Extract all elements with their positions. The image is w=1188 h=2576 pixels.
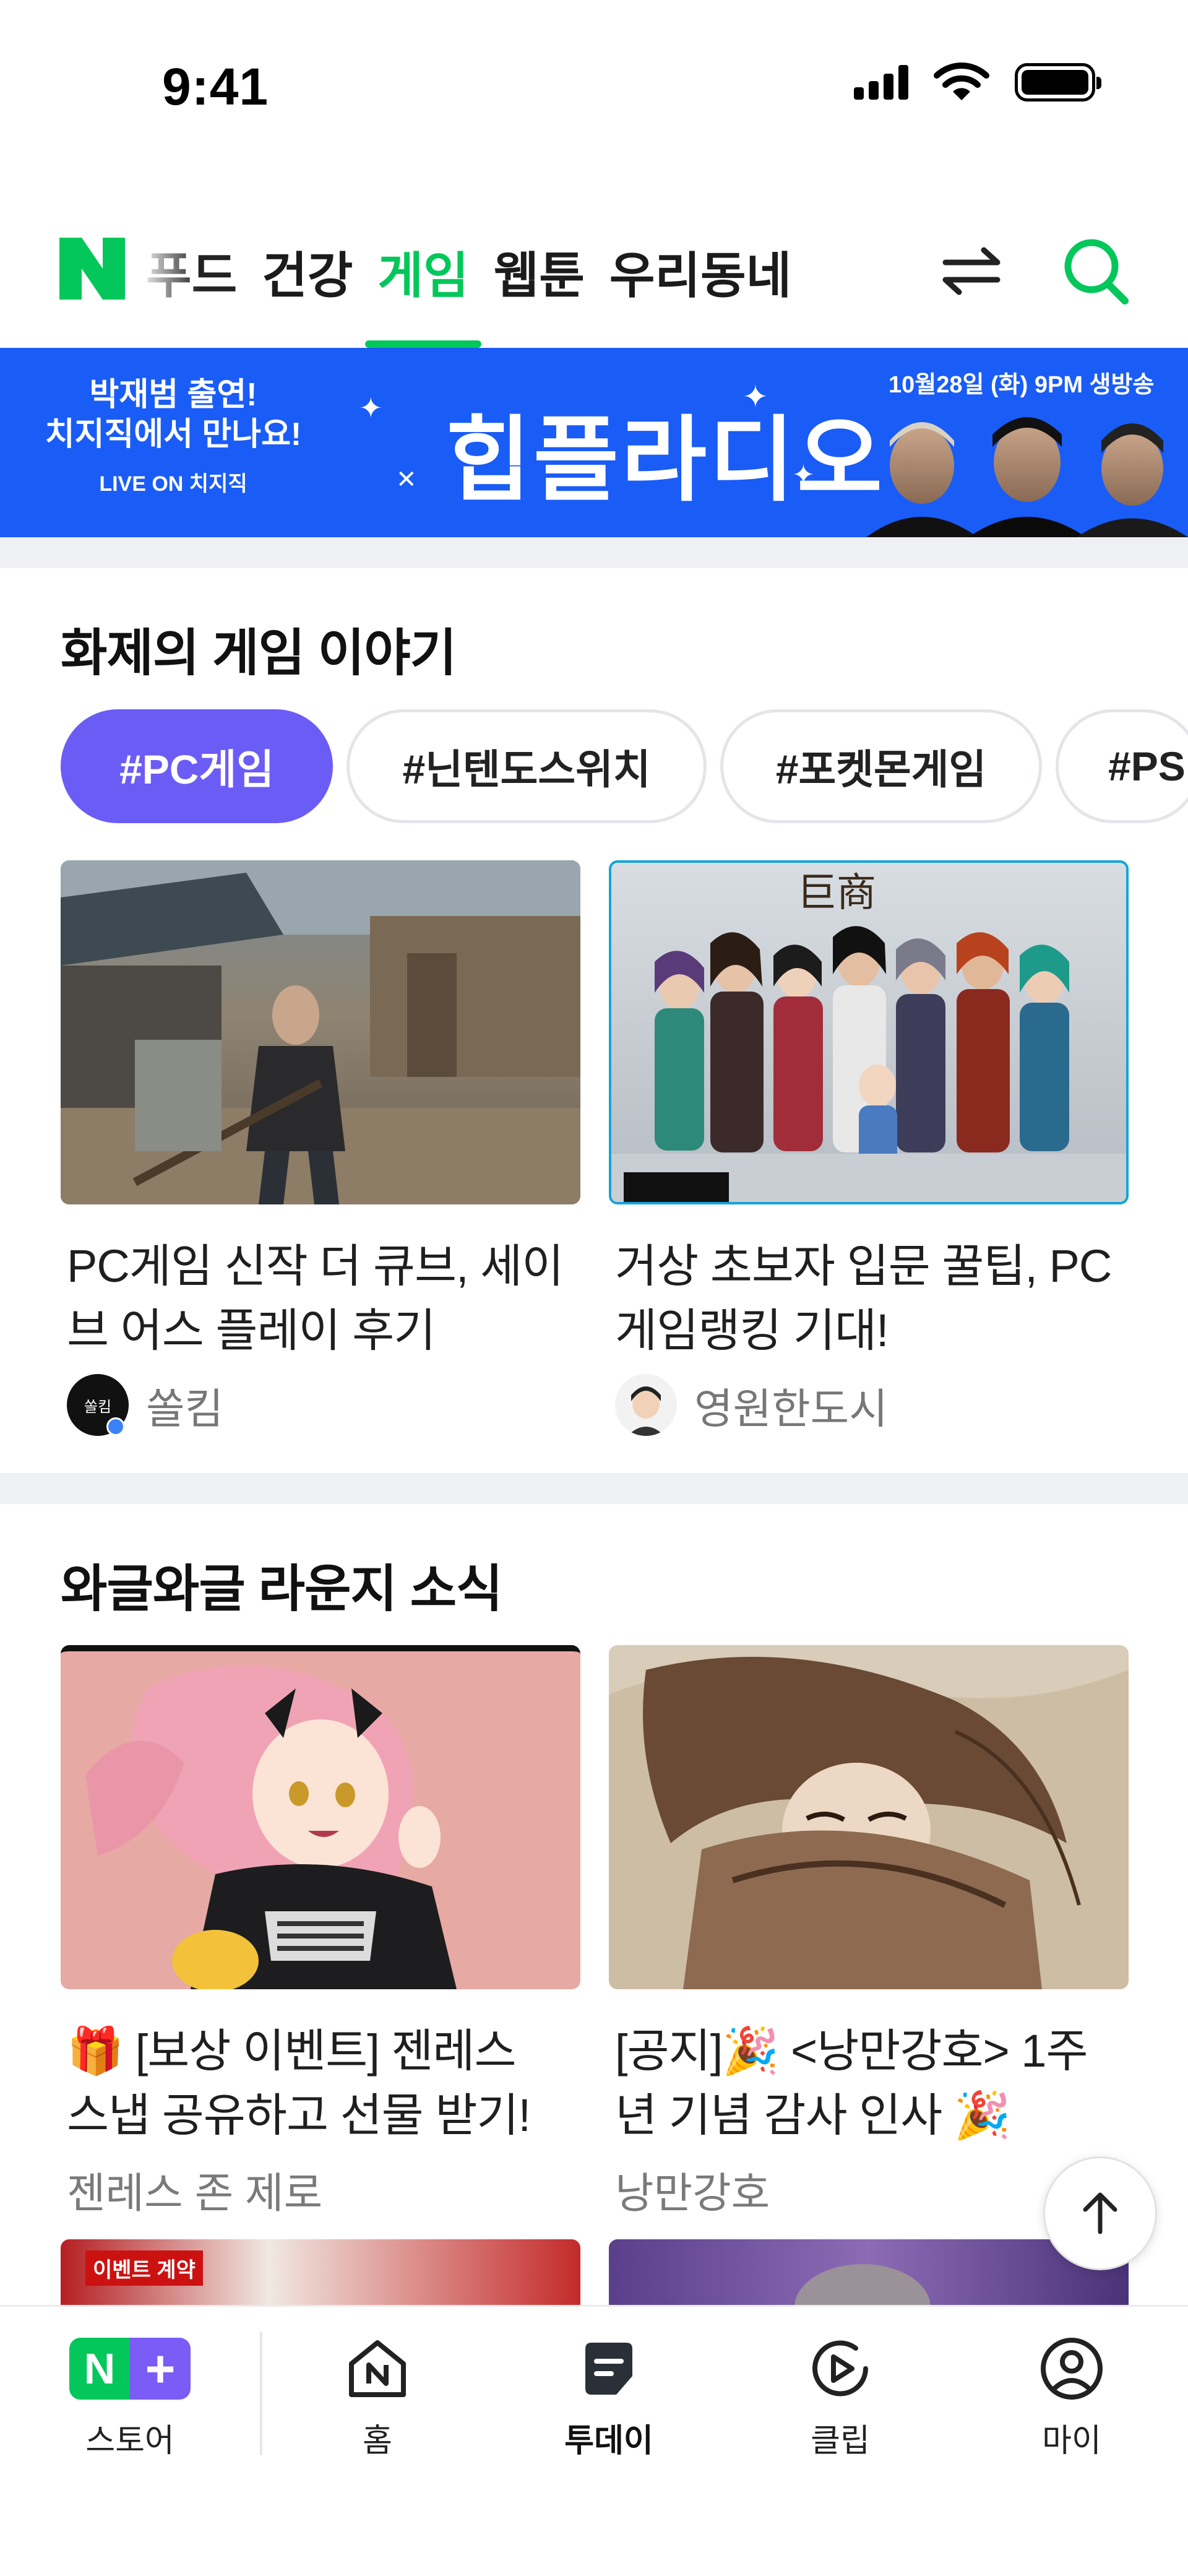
nav-label: 마이 [1042, 2423, 1101, 2459]
lounge-card-title: [공지]🎉 <낭만강호> 1주 년 기념 감사 인사 🎉 [609, 2019, 1129, 2148]
tab-game[interactable]: 게임 [365, 204, 481, 348]
section-divider [0, 1473, 1188, 1504]
nav-item-store[interactable]: N + 스토어 [50, 2332, 210, 2461]
lounge-card-thumbnail[interactable]: 이벤트 계약 [61, 2239, 580, 2307]
tab-neighborhood[interactable]: 우리동네 [597, 204, 804, 348]
game-card[interactable]: PC게임 신작 더 큐브, 세이 브 어스 플레이 후기 쏠킴 쏠킴 [61, 860, 580, 1436]
banner-hosts-photo [866, 417, 1188, 537]
nav-label: 홈 [363, 2423, 392, 2459]
nav-separator [260, 2332, 262, 2455]
lounge-card[interactable]: [공지]🎉 <낭만강호> 1주 년 기념 감사 인사 🎉 낭만강호 [609, 1645, 1129, 2220]
title-line: 거상 초보자 입문 꿀팁, PC [615, 1240, 1112, 1292]
status-bar: 9:41 [0, 0, 1188, 161]
profile-icon [1041, 2338, 1103, 2400]
wifi-icon [934, 63, 989, 100]
ink-painting-character-image [609, 1656, 1129, 1989]
lounge-source[interactable]: 젠레스 존 제로 [61, 2159, 580, 2220]
store-badge-n: N [69, 2338, 130, 2400]
lounge-card-thumbnail [609, 1645, 1129, 1989]
title-line: 브 어스 플레이 후기 [67, 1305, 436, 1356]
title-line: 🎁 [보상 이벤트] 젠레스 [67, 2025, 517, 2077]
search-icon[interactable] [1059, 234, 1134, 308]
sparkle-icon: ✕ [396, 466, 417, 493]
game-card-thumbnail: 巨商 [609, 860, 1129, 1204]
chip-pc-game[interactable]: #PC게임 [61, 709, 333, 823]
verified-badge-icon [106, 1417, 125, 1436]
battery-icon [1015, 63, 1101, 102]
status-time: 9:41 [162, 58, 269, 116]
bottom-nav: N + 스토어 홈 투데이 클립 마이 [0, 2305, 1188, 2576]
nav-label: 클립 [811, 2423, 870, 2459]
game-card-title: 거상 초보자 입문 꿀팁, PC 게임랭킹 기대! [609, 1234, 1129, 1363]
section-title-lounge: 와글와글 라운지 소식 [61, 1561, 503, 1617]
author-name[interactable]: 쏠킴 [146, 1375, 223, 1436]
chip-nintendo-switch[interactable]: #닌텐도스위치 [346, 709, 707, 823]
category-nav: 푸드 건강 게임 웹툰 우리동네 [0, 204, 1188, 348]
avatar-text: 쏠킴 [84, 1398, 112, 1416]
lounge-card[interactable]: 🎁 [보상 이벤트] 젠레스 스냅 공유하고 선물 받기! 젠레스 존 제로 [61, 1645, 580, 2220]
banner-line2: 치지직에서 만나요! [45, 417, 302, 452]
chip-pokemon-game[interactable]: #포켓몬게임 [720, 709, 1042, 823]
category-tabs: 푸드 건강 게임 웹툰 우리동네 [137, 204, 804, 348]
banner-live-on: LIVE ON 치지직 [99, 472, 248, 496]
store-icon: N + [69, 2338, 191, 2400]
anime-character-image [85, 1665, 457, 1989]
shooter-scene-image [61, 860, 580, 1204]
store-badge-plus: + [130, 2338, 191, 2400]
today-icon [585, 2343, 632, 2395]
title-line: 년 기념 감사 인사 🎉 [615, 2090, 1011, 2141]
banner-left-text: 박재범 출연! 치지직에서 만나요! LIVE ON 치지직 [43, 375, 303, 497]
game-card[interactable]: 巨商 거상 초보자 입문 꿀팁, PC 게임랭킹 기대! 영원한도시 [609, 860, 1129, 1436]
scroll-to-top-button[interactable] [1043, 2156, 1157, 2270]
home-icon [349, 2340, 406, 2397]
sparkle-icon: ✦ [359, 392, 383, 424]
mmorpg-characters-image: 巨商 [611, 870, 1126, 1202]
promo-banner[interactable]: 박재범 출연! 치지직에서 만나요! LIVE ON 치지직 ✦ ✕ ✦ ✦ 힙… [0, 348, 1188, 537]
author-name[interactable]: 영원한도시 [694, 1375, 888, 1436]
section-divider [0, 537, 1188, 568]
banner-date: 10월28일 (화) 9PM 생방송 [889, 372, 1155, 398]
svg-text:巨商: 巨商 [797, 870, 876, 916]
naver-logo-icon[interactable] [59, 238, 125, 300]
thumbnail-text: 이벤트 계약 [85, 2250, 203, 2286]
title-line: [공지]🎉 <낭만강호> 1주 [615, 2025, 1088, 2077]
tab-webtoon[interactable]: 웹툰 [481, 204, 597, 348]
card-author: 영원한도시 [609, 1374, 1129, 1436]
nav-item-today[interactable]: 투데이 [528, 2332, 689, 2461]
nav-item-clip[interactable]: 클립 [760, 2332, 921, 2461]
banner-line1: 박재범 출연! [89, 377, 257, 413]
swap-arrows-icon[interactable] [940, 240, 1002, 302]
status-icons [854, 62, 1101, 103]
banner-title: 힙플라디오 [446, 408, 885, 512]
nav-item-home[interactable]: 홈 [297, 2332, 458, 2461]
title-line: PC게임 신작 더 큐브, 세이 [67, 1240, 564, 1292]
topic-chips: #PC게임 #닌텐도스위치 #포켓몬게임 #PS [61, 709, 1188, 823]
cellular-signal-icon [854, 65, 908, 100]
avatar [615, 1374, 677, 1436]
lounge-card-thumbnail [61, 1645, 580, 1989]
avatar: 쏠킴 [67, 1374, 129, 1436]
lounge-card-thumbnail[interactable] [609, 2239, 1129, 2307]
nav-label: 투데이 [564, 2423, 653, 2459]
game-card-title: PC게임 신작 더 큐브, 세이 브 어스 플레이 후기 [61, 1234, 580, 1363]
game-card-thumbnail [61, 860, 580, 1204]
arrow-up-icon [1083, 2192, 1117, 2234]
lounge-card-title: 🎁 [보상 이벤트] 젠레스 스냅 공유하고 선물 받기! [61, 2019, 580, 2148]
section-title-games: 화제의 게임 이야기 [61, 625, 457, 681]
clip-icon [812, 2340, 868, 2397]
tab-food[interactable]: 푸드 [137, 204, 249, 348]
title-line: 게임랭킹 기대! [615, 1305, 889, 1356]
card-author: 쏠킴 쏠킴 [61, 1374, 580, 1436]
nav-item-my[interactable]: 마이 [991, 2332, 1152, 2461]
title-line: 스냅 공유하고 선물 받기! [67, 2090, 531, 2141]
nav-label: 스토어 [85, 2423, 174, 2459]
chip-ps[interactable]: #PS [1056, 709, 1188, 823]
tab-health[interactable]: 건강 [249, 204, 365, 348]
